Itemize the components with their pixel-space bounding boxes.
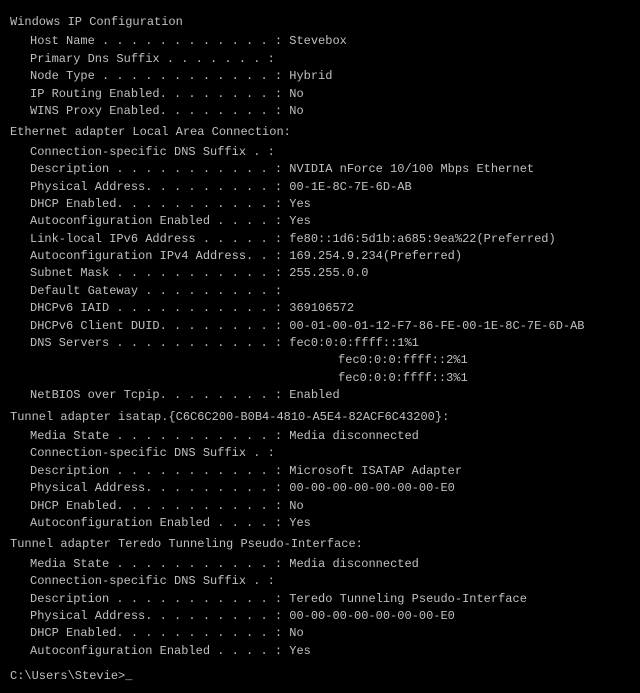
field-description: Description . . . . . . . . . . . : NVID…: [30, 161, 630, 178]
field-dns-servers-2: fec0:0:0:ffff::2%1: [30, 352, 630, 369]
field-value: No: [289, 104, 303, 118]
field-node-type: Node Type . . . . . . . . . . . . : Hybr…: [30, 68, 630, 85]
field-media-state-teredo: Media State . . . . . . . . . . . : Medi…: [30, 556, 630, 573]
ethernet-fields: Connection-specific DNS Suffix . : Descr…: [10, 144, 630, 405]
field-dhcpv6-duid: DHCPv6 Client DUID. . . . . . . . : 00-0…: [30, 318, 630, 335]
field-label: Primary Dns Suffix . . . . . . . :: [30, 52, 275, 66]
windows-ip-fields: Host Name . . . . . . . . . . . . : Stev…: [10, 33, 630, 120]
field-autoconfig-teredo: Autoconfiguration Enabled . . . . : Yes: [30, 643, 630, 660]
field-physical-addr: Physical Address. . . . . . . . . : 00-1…: [30, 179, 630, 196]
field-autoconfig-enabled: Autoconfiguration Enabled . . . . : Yes: [30, 213, 630, 230]
windows-ip-header: Windows IP Configuration: [10, 14, 630, 31]
field-dns-servers-3: fec0:0:0:ffff::3%1: [30, 370, 630, 387]
field-link-local-ipv6: Link-local IPv6 Address . . . . . : fe80…: [30, 231, 630, 248]
field-label: Host Name . . . . . . . . . . . . :: [30, 34, 282, 48]
field-dns-servers: DNS Servers . . . . . . . . . . . : fec0…: [30, 335, 630, 352]
ethernet-header: Ethernet adapter Local Area Connection:: [10, 124, 630, 141]
field-value: Stevebox: [289, 34, 347, 48]
field-dhcp-enabled: DHCP Enabled. . . . . . . . . . . : Yes: [30, 196, 630, 213]
field-hostname: Host Name . . . . . . . . . . . . : Stev…: [30, 33, 630, 50]
field-ip-routing: IP Routing Enabled. . . . . . . . : No: [30, 86, 630, 103]
tunnel-isatap-header: Tunnel adapter isatap.{C6C6C200-B0B4-481…: [10, 409, 630, 426]
field-dhcp-isatap: DHCP Enabled. . . . . . . . . . . : No: [30, 498, 630, 515]
field-label: WINS Proxy Enabled. . . . . . . . :: [30, 104, 282, 118]
field-media-state: Media State . . . . . . . . . . . : Medi…: [30, 428, 630, 445]
field-desc-isatap: Description . . . . . . . . . . . : Micr…: [30, 463, 630, 480]
field-phys-teredo: Physical Address. . . . . . . . . : 00-0…: [30, 608, 630, 625]
field-netbios: NetBIOS over Tcpip. . . . . . . . : Enab…: [30, 387, 630, 404]
field-value: No: [289, 87, 303, 101]
field-wins-proxy: WINS Proxy Enabled. . . . . . . . : No: [30, 103, 630, 120]
field-conn-dns-teredo: Connection-specific DNS Suffix . :: [30, 573, 630, 590]
field-autoconfig-isatap: Autoconfiguration Enabled . . . . : Yes: [30, 515, 630, 532]
terminal-window: Windows IP Configuration Host Name . . .…: [10, 14, 630, 685]
field-label: Node Type . . . . . . . . . . . . :: [30, 69, 282, 83]
field-conn-dns-isatap: Connection-specific DNS Suffix . :: [30, 445, 630, 462]
field-dhcpv6-iaid: DHCPv6 IAID . . . . . . . . . . . : 3691…: [30, 300, 630, 317]
field-autoconfig-ipv4: Autoconfiguration IPv4 Address. . : 169.…: [30, 248, 630, 265]
field-phys-isatap: Physical Address. . . . . . . . . : 00-0…: [30, 480, 630, 497]
tunnel-isatap-fields: Media State . . . . . . . . . . . : Medi…: [10, 428, 630, 532]
field-conn-dns: Connection-specific DNS Suffix . :: [30, 144, 630, 161]
field-label: IP Routing Enabled. . . . . . . . :: [30, 87, 282, 101]
field-primary-dns: Primary Dns Suffix . . . . . . . :: [30, 51, 630, 68]
field-default-gateway: Default Gateway . . . . . . . . . :: [30, 283, 630, 300]
tunnel-teredo-header: Tunnel adapter Teredo Tunneling Pseudo-I…: [10, 536, 630, 553]
field-subnet-mask: Subnet Mask . . . . . . . . . . . : 255.…: [30, 265, 630, 282]
field-desc-teredo: Description . . . . . . . . . . . : Tere…: [30, 591, 630, 608]
prompt-text: C:\Users\Stevie>_: [10, 669, 132, 683]
command-prompt[interactable]: C:\Users\Stevie>_: [10, 668, 630, 685]
field-dhcp-teredo: DHCP Enabled. . . . . . . . . . . : No: [30, 625, 630, 642]
tunnel-teredo-fields: Media State . . . . . . . . . . . : Medi…: [10, 556, 630, 660]
field-value: Hybrid: [289, 69, 332, 83]
